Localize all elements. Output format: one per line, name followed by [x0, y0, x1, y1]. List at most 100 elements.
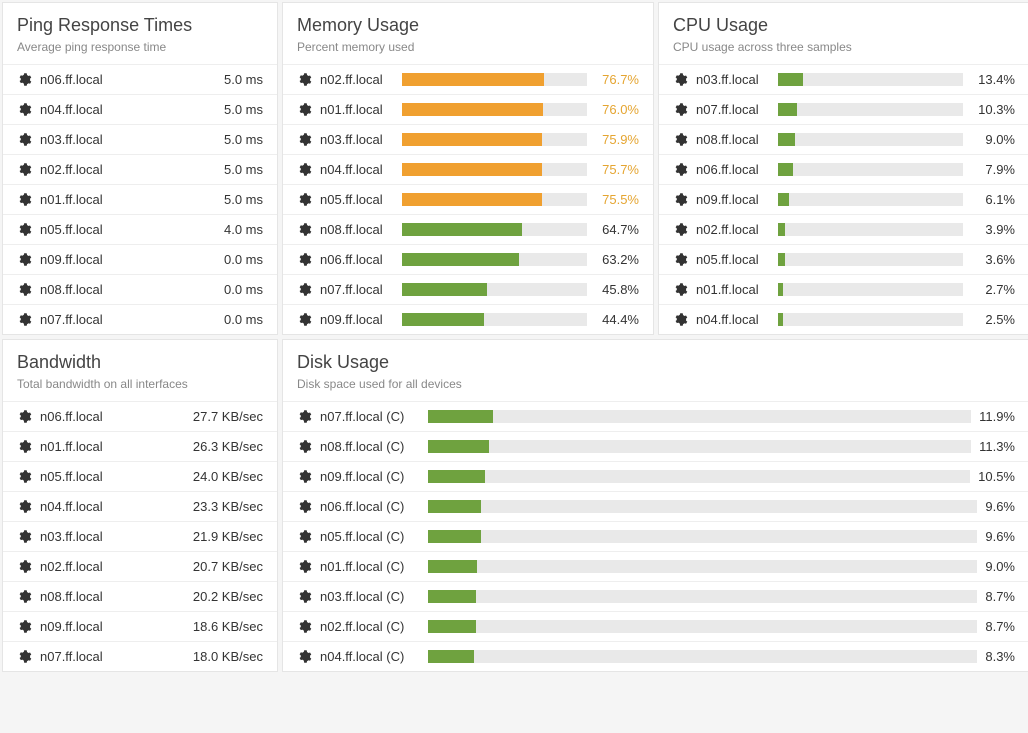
table-row[interactable]: n01.ff.local76.0%: [283, 94, 653, 124]
gear-icon[interactable]: [673, 312, 688, 327]
gear-icon[interactable]: [17, 72, 32, 87]
table-row[interactable]: n04.ff.local5.0 ms: [3, 94, 277, 124]
gear-icon[interactable]: [17, 499, 32, 514]
table-row[interactable]: n04.ff.local75.7%: [283, 154, 653, 184]
gear-icon[interactable]: [673, 222, 688, 237]
gear-icon[interactable]: [673, 192, 688, 207]
host-label: n09.ff.local: [40, 619, 103, 634]
gear-icon[interactable]: [297, 439, 312, 454]
table-row[interactable]: n02.ff.local20.7 KB/sec: [3, 551, 277, 581]
gear-icon[interactable]: [673, 72, 688, 87]
table-row[interactable]: n04.ff.local2.5%: [659, 304, 1028, 334]
gear-icon[interactable]: [17, 222, 32, 237]
table-row[interactable]: n03.ff.local5.0 ms: [3, 124, 277, 154]
progress-bar: [402, 163, 587, 176]
gear-icon[interactable]: [17, 439, 32, 454]
gear-icon[interactable]: [297, 559, 312, 574]
table-row[interactable]: n04.ff.local (C)8.3%: [283, 641, 1028, 671]
table-row[interactable]: n09.ff.local18.6 KB/sec: [3, 611, 277, 641]
gear-icon[interactable]: [17, 559, 32, 574]
table-row[interactable]: n09.ff.local (C)10.5%: [283, 461, 1028, 491]
gear-icon[interactable]: [673, 162, 688, 177]
gear-icon[interactable]: [297, 499, 312, 514]
gear-icon[interactable]: [17, 529, 32, 544]
table-row[interactable]: n07.ff.local10.3%: [659, 94, 1028, 124]
gear-icon[interactable]: [17, 102, 32, 117]
gear-icon[interactable]: [297, 529, 312, 544]
table-row[interactable]: n03.ff.local (C)8.7%: [283, 581, 1028, 611]
gear-icon[interactable]: [17, 589, 32, 604]
gear-icon[interactable]: [17, 649, 32, 664]
table-row[interactable]: n03.ff.local21.9 KB/sec: [3, 521, 277, 551]
gear-icon[interactable]: [17, 282, 32, 297]
progress-fill: [402, 223, 522, 236]
table-row[interactable]: n06.ff.local7.9%: [659, 154, 1028, 184]
gear-icon[interactable]: [673, 252, 688, 267]
table-row[interactable]: n08.ff.local9.0%: [659, 124, 1028, 154]
gear-icon[interactable]: [297, 589, 312, 604]
table-row[interactable]: n08.ff.local20.2 KB/sec: [3, 581, 277, 611]
gear-icon[interactable]: [297, 282, 312, 297]
gear-icon[interactable]: [17, 192, 32, 207]
table-row[interactable]: n05.ff.local24.0 KB/sec: [3, 461, 277, 491]
gear-icon[interactable]: [297, 222, 312, 237]
table-row[interactable]: n02.ff.local3.9%: [659, 214, 1028, 244]
gear-icon[interactable]: [297, 252, 312, 267]
table-row[interactable]: n01.ff.local5.0 ms: [3, 184, 277, 214]
gear-icon[interactable]: [17, 409, 32, 424]
table-row[interactable]: n01.ff.local26.3 KB/sec: [3, 431, 277, 461]
table-row[interactable]: n06.ff.local (C)9.6%: [283, 491, 1028, 521]
table-row[interactable]: n05.ff.local4.0 ms: [3, 214, 277, 244]
host-label: n04.ff.local: [696, 312, 770, 327]
gear-icon[interactable]: [17, 312, 32, 327]
table-row[interactable]: n07.ff.local0.0 ms: [3, 304, 277, 334]
gear-icon[interactable]: [17, 619, 32, 634]
gear-icon[interactable]: [297, 102, 312, 117]
host-label: n01.ff.local: [320, 102, 394, 117]
table-row[interactable]: n08.ff.local64.7%: [283, 214, 653, 244]
gear-icon[interactable]: [17, 252, 32, 267]
table-row[interactable]: n01.ff.local (C)9.0%: [283, 551, 1028, 581]
gear-icon[interactable]: [17, 469, 32, 484]
gear-icon[interactable]: [673, 282, 688, 297]
table-row[interactable]: n08.ff.local (C)11.3%: [283, 431, 1028, 461]
table-row[interactable]: n05.ff.local75.5%: [283, 184, 653, 214]
gear-icon[interactable]: [297, 132, 312, 147]
progress-bar: [778, 103, 963, 116]
table-row[interactable]: n03.ff.local13.4%: [659, 64, 1028, 94]
table-row[interactable]: n08.ff.local0.0 ms: [3, 274, 277, 304]
table-row[interactable]: n05.ff.local (C)9.6%: [283, 521, 1028, 551]
table-row[interactable]: n09.ff.local44.4%: [283, 304, 653, 334]
gear-icon[interactable]: [297, 72, 312, 87]
table-row[interactable]: n09.ff.local6.1%: [659, 184, 1028, 214]
metric-value: 75.7%: [595, 162, 639, 177]
table-row[interactable]: n02.ff.local76.7%: [283, 64, 653, 94]
gear-icon[interactable]: [297, 312, 312, 327]
table-row[interactable]: n04.ff.local23.3 KB/sec: [3, 491, 277, 521]
host-label: n04.ff.local (C): [320, 649, 420, 664]
gear-icon[interactable]: [17, 132, 32, 147]
table-row[interactable]: n09.ff.local0.0 ms: [3, 244, 277, 274]
table-row[interactable]: n02.ff.local5.0 ms: [3, 154, 277, 184]
table-row[interactable]: n06.ff.local63.2%: [283, 244, 653, 274]
gear-icon[interactable]: [297, 192, 312, 207]
gear-icon[interactable]: [297, 162, 312, 177]
table-row[interactable]: n02.ff.local (C)8.7%: [283, 611, 1028, 641]
progress-fill: [428, 650, 474, 663]
gear-icon[interactable]: [297, 619, 312, 634]
gear-icon[interactable]: [297, 409, 312, 424]
host-label: n04.ff.local: [40, 499, 103, 514]
gear-icon[interactable]: [297, 649, 312, 664]
table-row[interactable]: n01.ff.local2.7%: [659, 274, 1028, 304]
table-row[interactable]: n07.ff.local18.0 KB/sec: [3, 641, 277, 671]
table-row[interactable]: n07.ff.local45.8%: [283, 274, 653, 304]
table-row[interactable]: n07.ff.local (C)11.9%: [283, 401, 1028, 431]
gear-icon[interactable]: [17, 162, 32, 177]
gear-icon[interactable]: [297, 469, 312, 484]
table-row[interactable]: n03.ff.local75.9%: [283, 124, 653, 154]
gear-icon[interactable]: [673, 102, 688, 117]
table-row[interactable]: n06.ff.local5.0 ms: [3, 64, 277, 94]
table-row[interactable]: n05.ff.local3.6%: [659, 244, 1028, 274]
gear-icon[interactable]: [673, 132, 688, 147]
table-row[interactable]: n06.ff.local27.7 KB/sec: [3, 401, 277, 431]
